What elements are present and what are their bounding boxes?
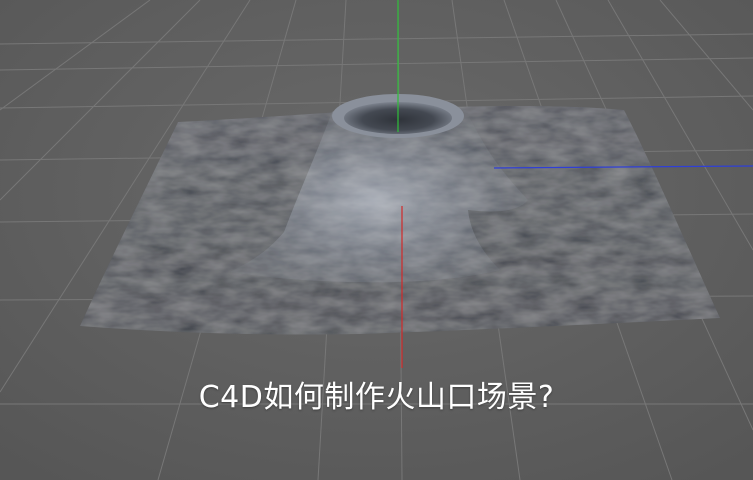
caption-text: C4D如何制作火山口场景? [198,380,555,415]
3d-viewport[interactable]: C4D如何制作火山口场景? [0,0,753,480]
